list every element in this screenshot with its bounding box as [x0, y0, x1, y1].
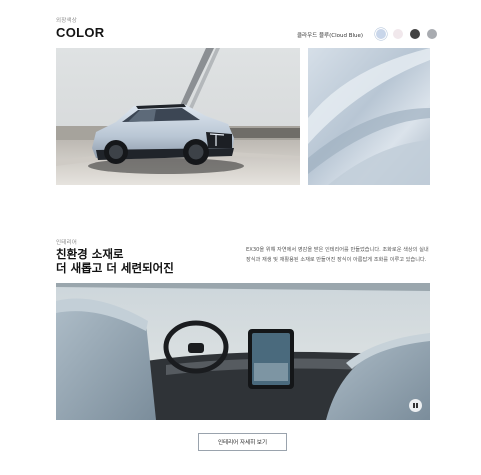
selected-color-name: 클라우드 블루(Cloud Blue) [297, 33, 364, 39]
interior-eyebrow: 인테리어 [56, 240, 78, 246]
swatch-grey[interactable] [427, 29, 437, 39]
car-illustration [56, 48, 300, 185]
interior-title-line2: 더 새롭고 더 세련되어진 [56, 261, 174, 275]
interior-photo [56, 283, 430, 420]
interior-title: 친환경 소재로 더 새롭고 더 세련되어진 [56, 247, 174, 275]
swatch-onyx-black[interactable] [410, 29, 420, 39]
swatch-cloud-blue[interactable] [376, 29, 386, 39]
interior-illustration [56, 283, 430, 420]
interior-details-button[interactable]: 인테리어 자세히 보기 [198, 433, 287, 451]
paint-detail-illustration [308, 48, 430, 185]
swatch-light-pink[interactable] [393, 29, 403, 39]
pause-button[interactable] [409, 399, 422, 412]
paint-detail-photo [308, 48, 430, 185]
color-swatches [376, 29, 437, 39]
color-eyebrow: 외장색상 [56, 18, 78, 24]
interior-title-line1: 친환경 소재로 [56, 247, 124, 261]
pause-icon [413, 403, 415, 408]
car-exterior-photo [56, 48, 300, 185]
color-title: COLOR [56, 25, 105, 40]
interior-description: EX30을 위해 자연에서 영감을 받은 인테리어를 만들었습니다. 조화로운 … [246, 247, 429, 263]
